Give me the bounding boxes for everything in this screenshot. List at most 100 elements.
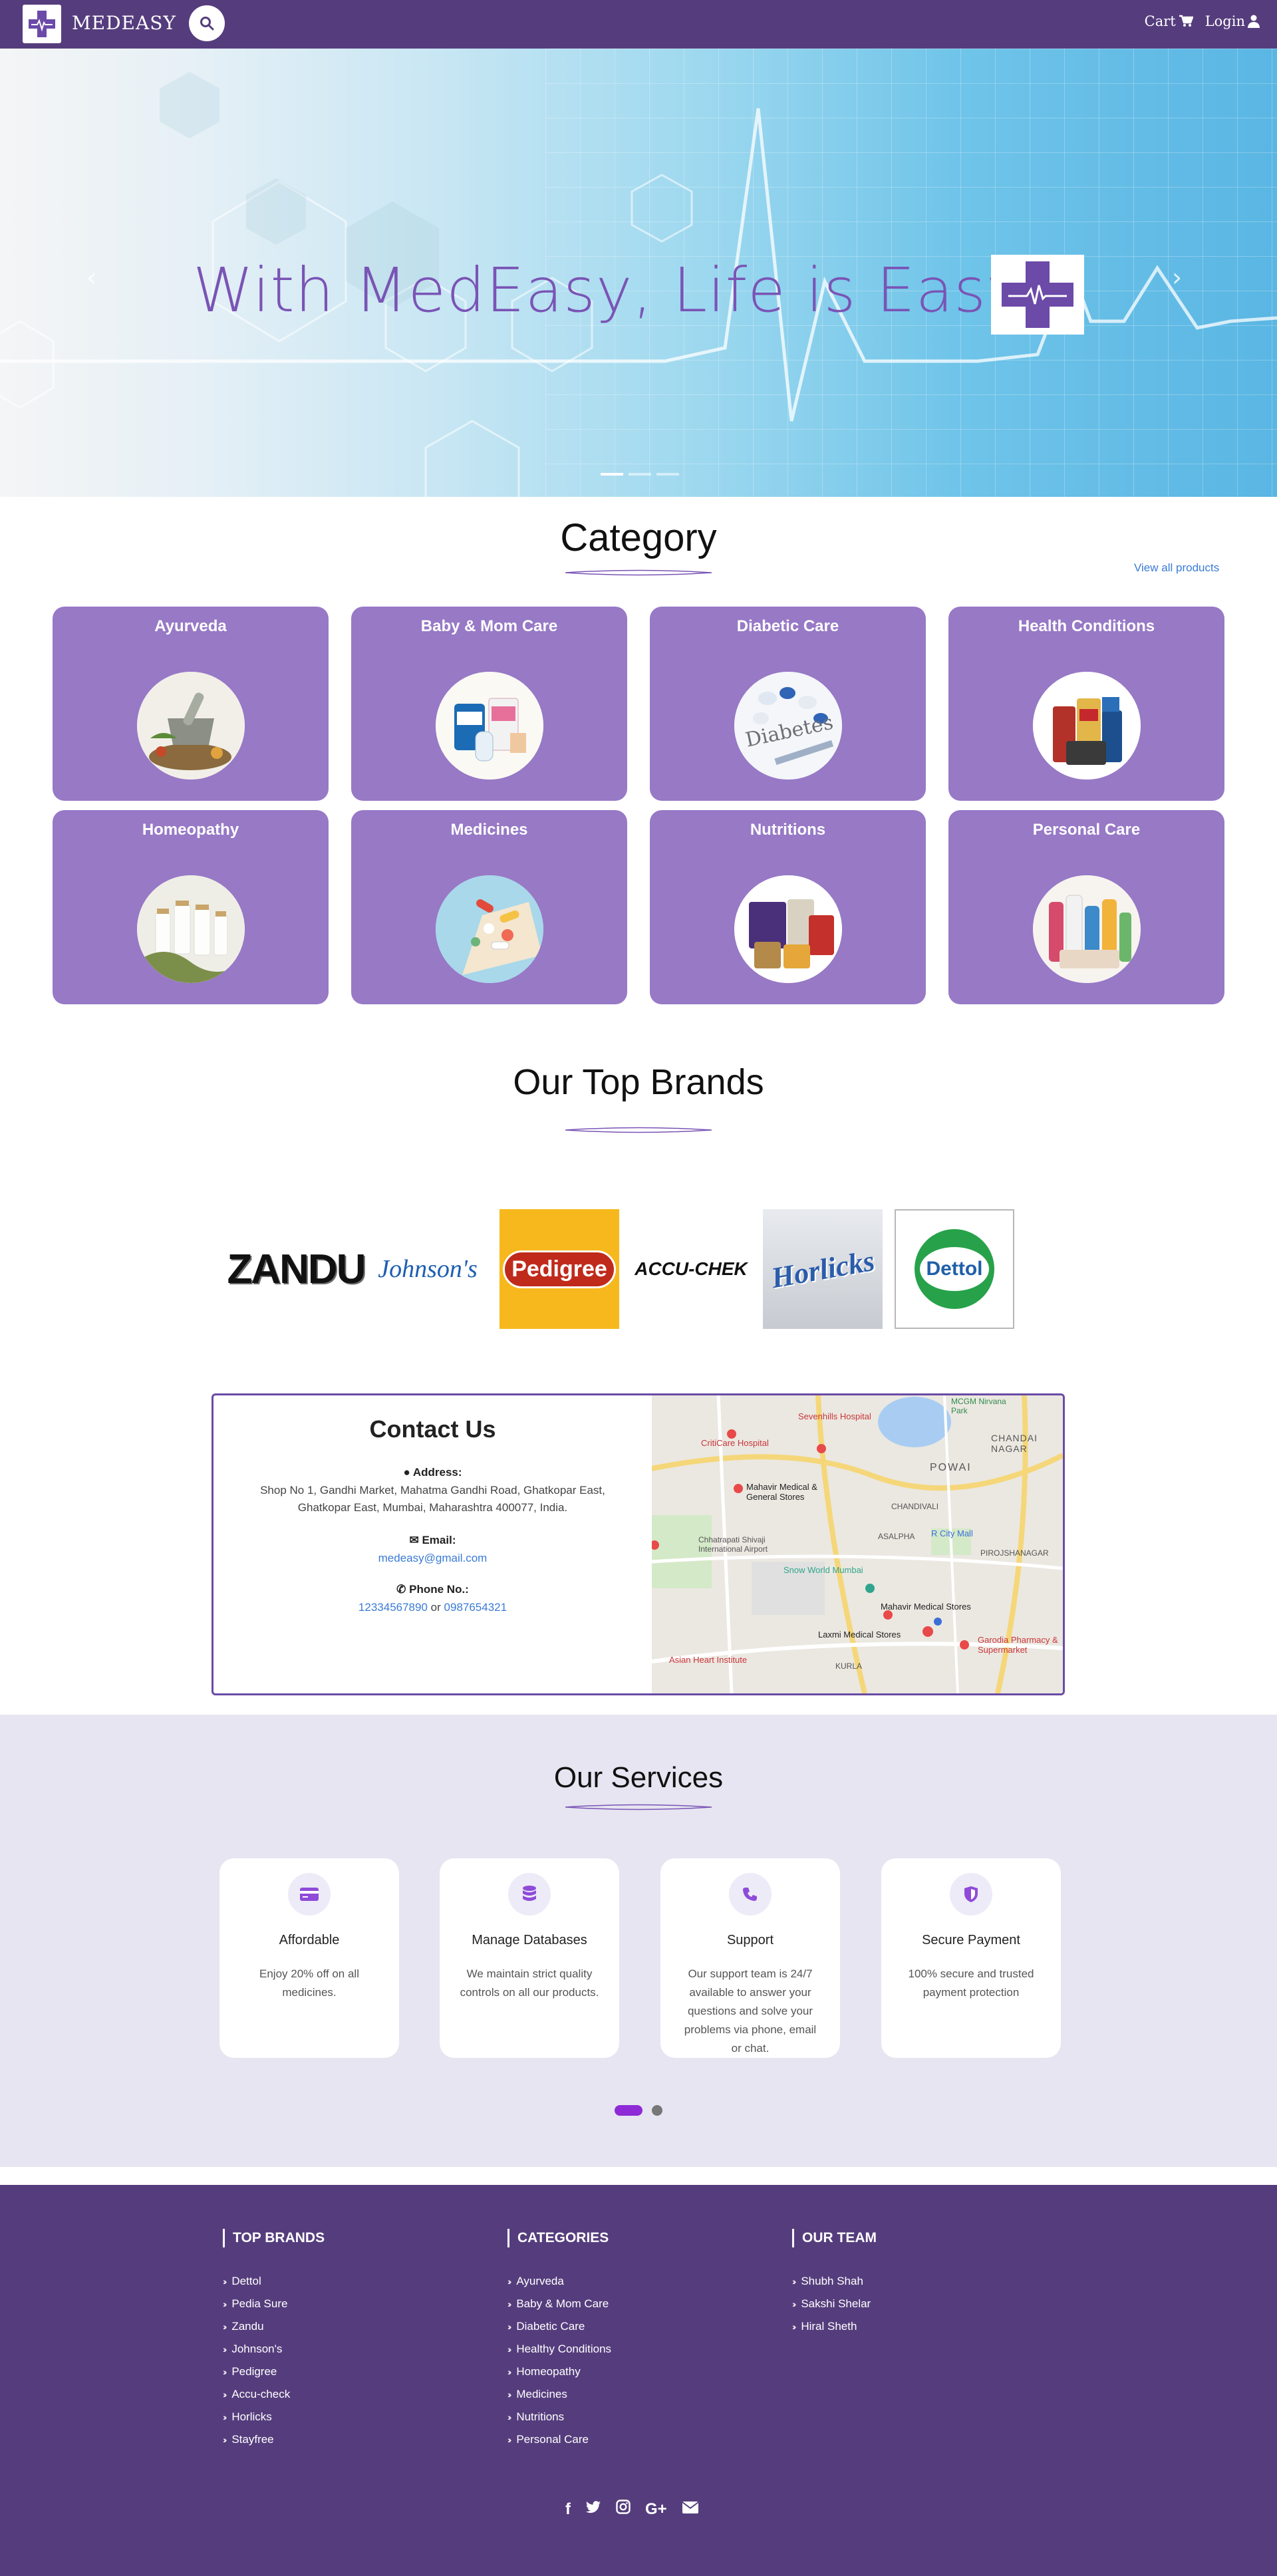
email-link[interactable]: medeasy@gmail.com bbox=[378, 1552, 488, 1564]
brand-logo-johnsons[interactable]: Johnson's bbox=[368, 1209, 488, 1329]
service-card-affordable[interactable]: Affordable Enjoy 20% off on all medicine… bbox=[219, 1858, 399, 2058]
footer-link-label: Medicines bbox=[516, 2388, 567, 2400]
category-title: Category bbox=[560, 516, 717, 559]
footer-link[interactable]: ›› Horlicks bbox=[223, 2406, 325, 2428]
footer-link-label: Horlicks bbox=[231, 2410, 272, 2423]
footer-link-label: Stayfree bbox=[231, 2433, 274, 2446]
diabetes-icon: Diabetes bbox=[734, 672, 842, 780]
footer-link[interactable]: ›› Johnson's bbox=[223, 2338, 325, 2361]
chevron-right-icon: ›› bbox=[507, 2366, 512, 2377]
service-card-secure-payment[interactable]: Secure Payment 100% secure and trusted p… bbox=[881, 1858, 1061, 2058]
google-plus-icon[interactable]: G+ bbox=[645, 2500, 667, 2519]
category-card-health-conditions[interactable]: Health Conditions bbox=[948, 607, 1224, 801]
chevron-right-icon: ›› bbox=[223, 2344, 227, 2355]
personal-care-products-icon bbox=[1033, 875, 1141, 983]
footer-link[interactable]: ›› Dettol bbox=[223, 2270, 325, 2293]
footer-link[interactable]: ›› Homeopathy bbox=[507, 2361, 611, 2383]
brand-logo-horlicks[interactable]: Horlicks bbox=[763, 1209, 883, 1329]
carousel-dot-2[interactable] bbox=[629, 473, 651, 476]
carousel-dot-3[interactable] bbox=[656, 473, 679, 476]
carousel-prev-icon[interactable]: ‹ bbox=[86, 263, 96, 292]
footer-link-label: Nutritions bbox=[516, 2410, 565, 2423]
category-card-diabetic-care[interactable]: Diabetic Care Diabetes bbox=[650, 607, 926, 801]
phone-link-1[interactable]: 12334567890 bbox=[358, 1601, 428, 1614]
chevron-right-icon: ›› bbox=[223, 2276, 227, 2287]
service-text: Enjoy 20% off on all medicines. bbox=[259, 1967, 359, 1999]
carousel-dot-1[interactable] bbox=[601, 473, 623, 476]
footer-link[interactable]: ›› Stayfree bbox=[223, 2428, 325, 2451]
footer-link[interactable]: ›› Personal Care bbox=[507, 2428, 611, 2451]
cart-link[interactable]: Cart bbox=[1145, 13, 1193, 29]
service-text: 100% secure and trusted payment protecti… bbox=[908, 1967, 1034, 1999]
address-line-2: Ghatkopar East, Mumbai, Maharashtra 4000… bbox=[297, 1501, 568, 1514]
service-text: We maintain strict quality controls on a… bbox=[460, 1967, 599, 1999]
footer-heading: TOP BRANDS bbox=[223, 2229, 325, 2247]
chevron-right-icon: ›› bbox=[507, 2412, 512, 2422]
twitter-icon[interactable] bbox=[585, 2500, 601, 2519]
brand-label: ZANDU bbox=[227, 1246, 366, 1292]
footer-link[interactable]: ›› Healthy Conditions bbox=[507, 2338, 611, 2361]
ayurveda-mortar-icon bbox=[137, 672, 245, 780]
contact-details: Contact Us ● Address: Shop No 1, Gandhi … bbox=[213, 1395, 652, 1693]
carousel-next-icon[interactable]: › bbox=[1172, 263, 1182, 292]
footer-link[interactable]: ›› Shubh Shah bbox=[792, 2270, 877, 2293]
facebook-icon[interactable]: f bbox=[565, 2500, 571, 2519]
brand-label: Dettol bbox=[926, 1258, 983, 1280]
category-card-nutritions[interactable]: Nutritions bbox=[650, 810, 926, 1004]
service-card-manage-databases[interactable]: Manage Databases We maintain strict qual… bbox=[440, 1858, 619, 2058]
phone-link-2[interactable]: 0987654321 bbox=[444, 1601, 507, 1614]
category-card-baby-mom-care[interactable]: Baby & Mom Care bbox=[351, 607, 627, 801]
footer-link[interactable]: ›› Hiral Sheth bbox=[792, 2315, 877, 2338]
footer-link[interactable]: ›› Diabetic Care bbox=[507, 2315, 611, 2338]
services-section: Our Services Affordable Enjoy 20% off on… bbox=[0, 1715, 1277, 2167]
chevron-right-icon: ›› bbox=[223, 2299, 227, 2309]
search-button[interactable] bbox=[189, 5, 225, 41]
instagram-icon[interactable] bbox=[616, 2500, 631, 2519]
footer-link[interactable]: ›› Baby & Mom Care bbox=[507, 2293, 611, 2315]
brand-logo-pedigree[interactable]: Pedigree bbox=[499, 1209, 619, 1329]
brand-label: ACCU-CHEK bbox=[635, 1258, 748, 1279]
chevron-right-icon: ›› bbox=[223, 2389, 227, 2400]
envelope-icon[interactable] bbox=[682, 2500, 699, 2519]
title-underline-decoration bbox=[565, 1127, 712, 1133]
view-all-products-link[interactable]: View all products bbox=[1134, 561, 1219, 575]
footer-link-label: Baby & Mom Care bbox=[516, 2297, 609, 2310]
location-map[interactable]: Sevenhills Hospital CritiCare Hospital M… bbox=[652, 1395, 1063, 1693]
map-label-mahavir-medical: Mahavir Medical Stores bbox=[881, 1602, 971, 1612]
footer-link[interactable]: ›› Sakshi Shelar bbox=[792, 2293, 877, 2315]
footer-link[interactable]: ›› Pedia Sure bbox=[223, 2293, 325, 2315]
footer-link-label: Healthy Conditions bbox=[516, 2343, 612, 2355]
health-products-icon bbox=[1033, 672, 1141, 780]
login-link[interactable]: Login bbox=[1205, 13, 1260, 29]
service-title: Secure Payment bbox=[922, 1933, 1020, 1947]
footer-link-label: Pedigree bbox=[231, 2365, 277, 2378]
pagination-dot[interactable] bbox=[652, 2105, 662, 2116]
footer-link[interactable]: ›› Nutritions bbox=[507, 2406, 611, 2428]
footer-link[interactable]: ›› Ayurveda bbox=[507, 2270, 611, 2293]
footer-link[interactable]: ›› Medicines bbox=[507, 2383, 611, 2406]
brand-logo-accu-chek[interactable]: ACCU-CHEK bbox=[631, 1209, 751, 1329]
medeasy-logo-icon[interactable] bbox=[23, 5, 61, 43]
brand-logos-row: ZANDU Johnson's Pedigree ACCU-CHEK Horli… bbox=[227, 1209, 1014, 1329]
brand-logo-dettol[interactable]: Dettol bbox=[895, 1209, 1014, 1329]
service-card-support[interactable]: Support Our support team is 24/7 availab… bbox=[660, 1858, 840, 2058]
category-card-homeopathy[interactable]: Homeopathy bbox=[53, 810, 329, 1004]
footer-link[interactable]: ›› Accu-check bbox=[223, 2383, 325, 2406]
pills-icon bbox=[436, 875, 543, 983]
shield-icon bbox=[950, 1873, 992, 1916]
category-card-medicines[interactable]: Medicines bbox=[351, 810, 627, 1004]
footer-link-label: Sakshi Shelar bbox=[801, 2297, 871, 2310]
contact-title: Contact Us bbox=[369, 1415, 496, 1443]
footer-link[interactable]: ›› Zandu bbox=[223, 2315, 325, 2338]
category-card-ayurveda[interactable]: Ayurveda bbox=[53, 607, 329, 801]
address-line-1: Shop No 1, Gandhi Market, Mahatma Gandhi… bbox=[260, 1484, 605, 1497]
category-card-personal-care[interactable]: Personal Care bbox=[948, 810, 1224, 1004]
footer-link-label: Dettol bbox=[231, 2275, 261, 2287]
chevron-right-icon: ›› bbox=[223, 2366, 227, 2377]
brand-name[interactable]: MEDEASY bbox=[72, 12, 176, 34]
footer-link-label: Ayurveda bbox=[516, 2275, 564, 2287]
pagination-dot-active[interactable] bbox=[615, 2105, 642, 2116]
map-label-kurla: KURLA bbox=[835, 1661, 863, 1671]
brand-logo-zandu[interactable]: ZANDU bbox=[227, 1209, 366, 1329]
footer-link[interactable]: ›› Pedigree bbox=[223, 2361, 325, 2383]
